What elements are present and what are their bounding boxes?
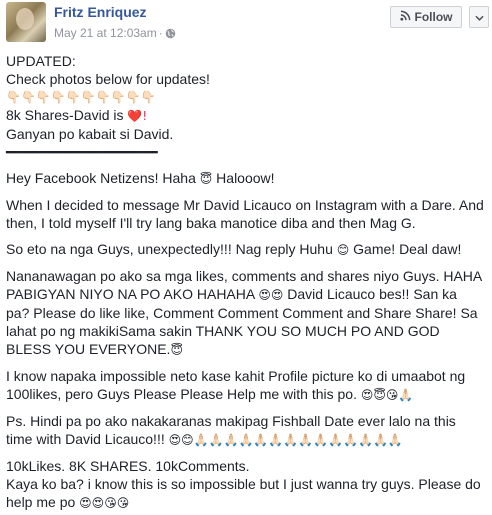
paragraph: So eto na nga Guys, unexpectedly!!! Nag …: [6, 240, 484, 259]
text-span: Game! Deal daw!: [349, 241, 462, 257]
paragraph: Ps. Hindi pa po ako nakakaranas makipag …: [6, 412, 484, 449]
follow-label: Follow: [414, 10, 453, 24]
post-options-button[interactable]: [469, 6, 489, 28]
paragraph: Kaya ko ba? i know this is so impossible…: [6, 475, 484, 512]
post-meta: May 21 at 12:03am ·: [54, 26, 176, 42]
paragraph: Nananawagan po ako sa mga likes, comment…: [6, 267, 484, 359]
emoji: 😍😍: [258, 288, 284, 302]
follow-button[interactable]: Follow: [390, 6, 462, 28]
text-span: Kaya ko ba? i know this is so impossible…: [6, 476, 481, 510]
text-span: Halooow!: [212, 170, 275, 186]
author-name[interactable]: Fritz Enriquez: [54, 4, 147, 20]
heart-emoji: ❤️!: [127, 109, 148, 123]
emoji: 😍😊🙏🏻🙏🏻🙏🏻🙏🏻🙏🏻🙏🏻🙏🏻🙏🏻🙏🏻🙏🏻🙏🏻🙏🏻🙏🏻🙏🏻: [168, 433, 403, 447]
emoji: 😍😇😘🙏🏻: [360, 388, 414, 402]
post-body: UPDATED: Check photos below for updates!…: [6, 52, 484, 512]
text-span: Hey Facebook Netizens! Haha: [6, 170, 200, 186]
timestamp[interactable]: May 21 at 12:03am: [54, 26, 157, 40]
emoji: 😊: [336, 243, 350, 257]
divider-line: ━━━━━━━━━━━━━━━━━━: [6, 144, 158, 160]
paragraph: 10kLikes. 8K SHARES. 10kComments.: [6, 458, 250, 474]
paragraph: Hey Facebook Netizens! Haha 😇 Halooow!: [6, 169, 484, 188]
paragraph: I know napaka impossible neto kase kahit…: [6, 367, 484, 404]
pointing-down-emoji-row: 👇🏻👇🏻👇🏻👇🏻👇🏻👇🏻👇🏻👇🏻👇🏻👇🏻: [6, 90, 156, 104]
emoji: 😍😍😘😘: [79, 496, 130, 510]
avatar[interactable]: [6, 2, 46, 42]
text-line: UPDATED:: [6, 53, 76, 69]
text-span: So eto na nga Guys, unexpectedly!!! Nag …: [6, 241, 337, 257]
text-line: Ganyan po kabait si David.: [6, 126, 174, 142]
chevron-down-icon: [474, 8, 484, 26]
post-header: Fritz Enriquez May 21 at 12:03am · Follow: [0, 0, 492, 48]
text-line: Check photos below for updates!: [6, 71, 210, 87]
paragraph: When I decided to message Mr David Licau…: [6, 197, 484, 231]
emoji: 😇: [170, 343, 183, 357]
text-span: 8k Shares-David is: [6, 107, 128, 123]
text-line: 8k Shares-David is ❤️!: [6, 106, 484, 125]
globe-icon: [165, 28, 176, 42]
rss-icon: [399, 10, 411, 24]
facebook-post: Fritz Enriquez May 21 at 12:03am · Follow…: [0, 0, 492, 515]
emoji: 😇: [199, 172, 213, 186]
meta-separator: ·: [158, 26, 163, 40]
